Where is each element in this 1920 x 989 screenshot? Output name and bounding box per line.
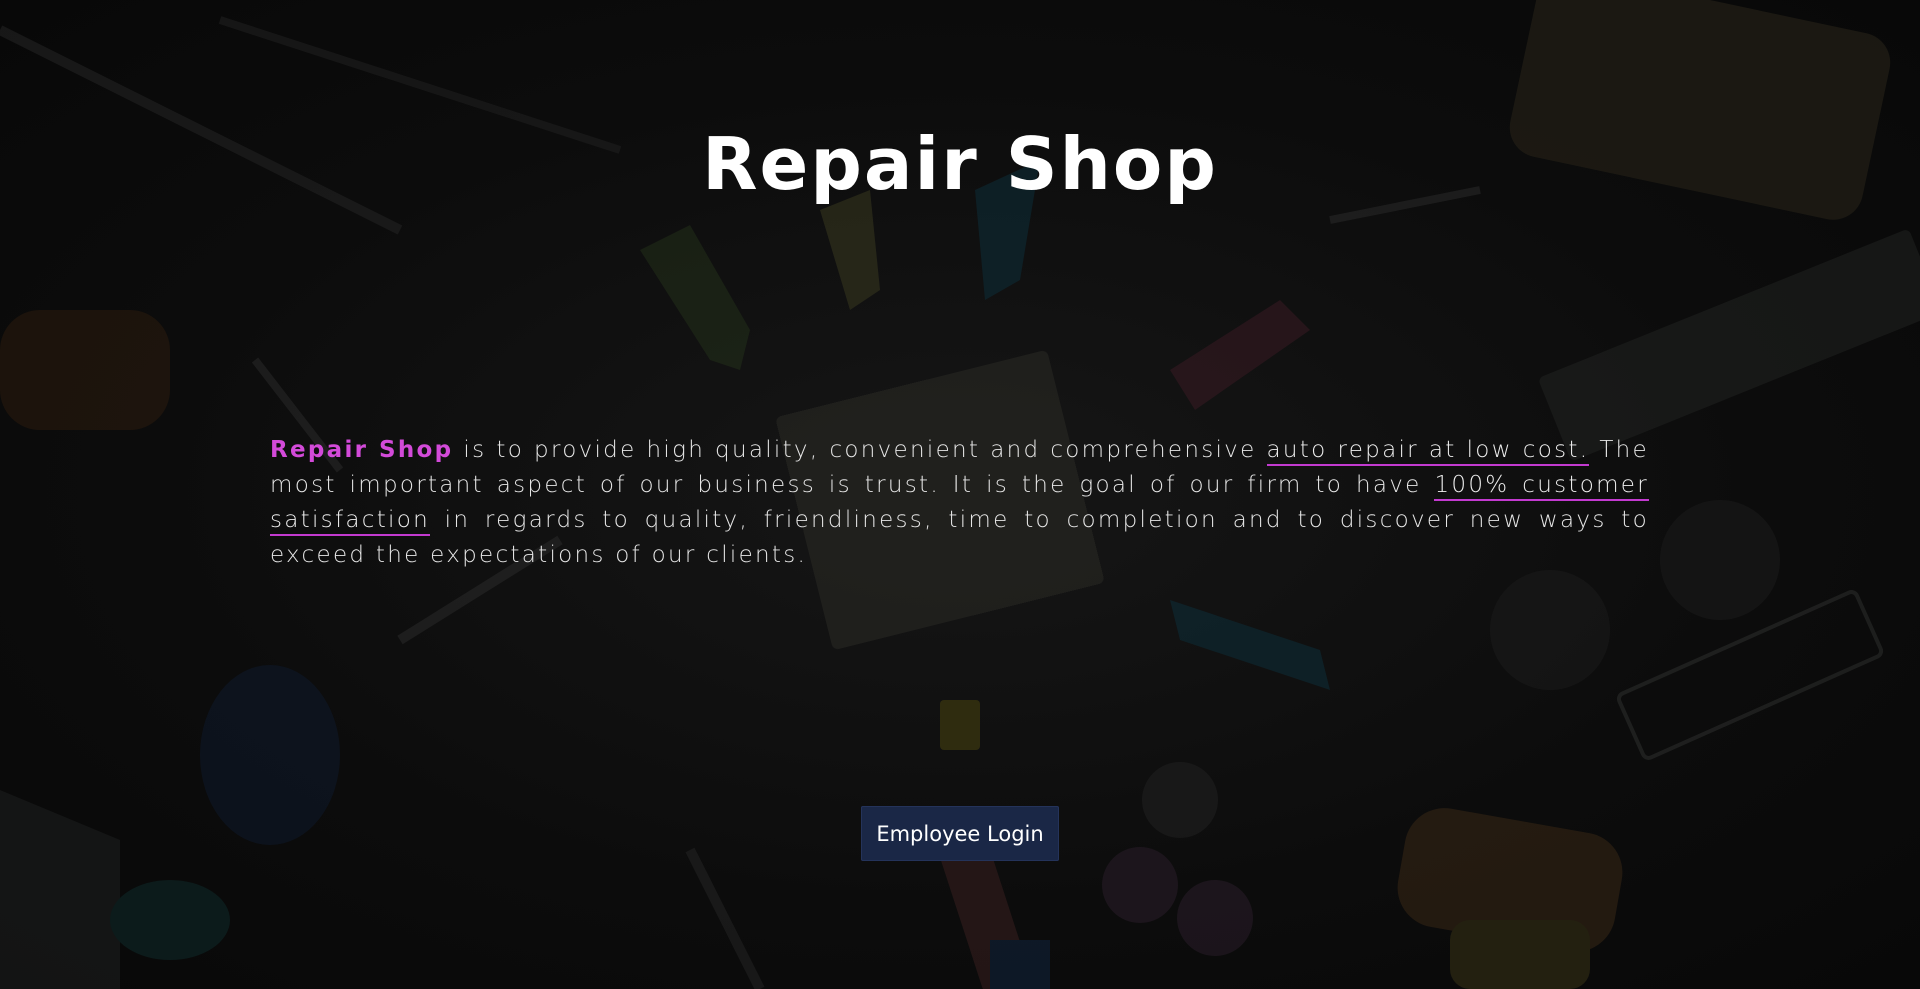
mission-statement: Repair Shop is to provide high quality, …: [270, 433, 1649, 573]
brand-name: Repair Shop: [270, 437, 454, 463]
mission-text-1: is to provide high quality, convenient a…: [453, 437, 1267, 463]
mission-text-3: in regards to quality, friendliness, tim…: [270, 507, 1649, 568]
page: Repair Shop Repair Shop is to provide hi…: [0, 0, 1920, 989]
employee-login-button[interactable]: Employee Login: [861, 806, 1059, 861]
page-title: Repair Shop: [702, 122, 1218, 206]
auto-repair-highlight: auto repair at low cost.: [1266, 437, 1590, 466]
